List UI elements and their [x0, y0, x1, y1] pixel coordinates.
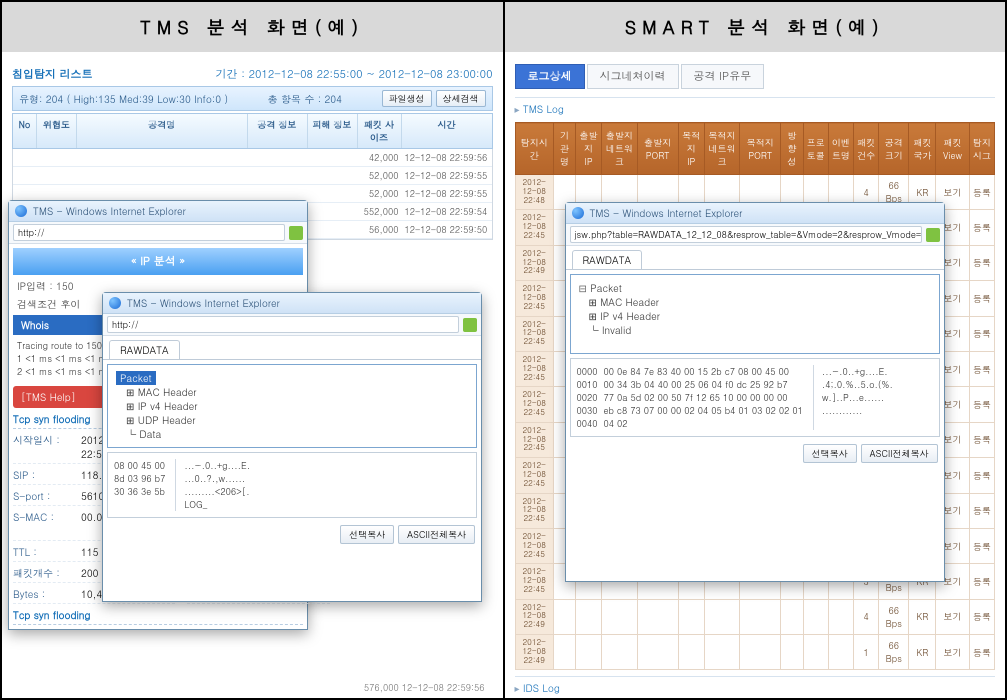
- register-link[interactable]: 등록: [969, 175, 994, 210]
- tms-period: 기간 : 2012-12-08 22:55:00 ~ 2012-12-08 23…: [216, 67, 493, 82]
- ascii-copy-button[interactable]: ASCII전체복사: [861, 444, 938, 463]
- tms-pane: 침입탐지 리스트 기간 : 2012-12-08 22:55:00 ~ 2012…: [2, 52, 505, 698]
- ip-search-cond[interactable]: 후이: [60, 297, 80, 311]
- register-link[interactable]: 등록: [969, 281, 994, 316]
- ie2-url[interactable]: http://: [107, 316, 459, 333]
- go-icon[interactable]: [463, 318, 477, 332]
- ie3-title-bar[interactable]: TMS - Windows Internet Explorer: [566, 203, 944, 224]
- register-link[interactable]: 등록: [969, 635, 994, 670]
- register-link[interactable]: 등록: [969, 564, 994, 599]
- view-link[interactable]: 보기: [936, 635, 969, 670]
- register-link[interactable]: 등록: [969, 351, 994, 386]
- ascii-copy-button[interactable]: ASCII전체복사: [398, 525, 475, 544]
- tmslog-label: TMS Log: [515, 97, 996, 116]
- register-link[interactable]: 등록: [969, 210, 994, 245]
- register-link[interactable]: 등록: [969, 599, 994, 634]
- rawdata-tab[interactable]: RAWDATA: [109, 340, 180, 359]
- tms-counts: 유형: 204 ( High:135 Med:39 Low:30 Info:0 …: [19, 92, 228, 106]
- register-link[interactable]: 등록: [969, 316, 994, 351]
- table-row[interactable]: 42,00012-12-08 22:59:56: [13, 149, 492, 167]
- table-row[interactable]: 2012-12-0822:49466 BpsKR보기등록: [515, 599, 995, 634]
- ip-analysis-banner: « IP 분석 »: [13, 248, 303, 275]
- go-icon[interactable]: [926, 228, 940, 242]
- register-link[interactable]: 등록: [969, 422, 994, 457]
- header-row: TMS 분석 화면(예) SMART 분석 화면(예): [2, 2, 1005, 52]
- tms-total: 총 항목 수 : 204: [268, 92, 342, 106]
- tab-logdetail[interactable]: 로그상세: [515, 64, 585, 89]
- smart-pane: 로그상세 시그네쳐이력 공격 IP유무 TMS Log 탐지시간기관명출발지 I…: [505, 52, 1006, 698]
- ie1-url[interactable]: http://: [13, 224, 285, 241]
- ie3-url[interactable]: jsw.php?table=RAWDATA_12_12_08&resprow_t…: [570, 226, 922, 243]
- tab-sighistory[interactable]: 시그네쳐이력: [587, 64, 679, 89]
- ie-window-smart-rawdata[interactable]: TMS - Windows Internet Explorer jsw.php?…: [565, 202, 945, 582]
- register-link[interactable]: 등록: [969, 387, 994, 422]
- header-right: SMART 분석 화면(예): [505, 2, 1006, 52]
- header-left: TMS 분석 화면(예): [2, 2, 505, 52]
- go-icon[interactable]: [289, 226, 303, 240]
- smart-tabbar: 로그상세 시그네쳐이력 공격 IP유무: [515, 64, 996, 89]
- ip-input[interactable]: 150: [56, 279, 74, 293]
- hex-dump: 08 00 45 00 8d 03 96 b7 30 36 3e 5b ...~…: [107, 452, 477, 518]
- packet-tree[interactable]: ⊟ Packet ⊞ MAC Header ⊞ IP v4 Header └ I…: [570, 274, 940, 354]
- register-link[interactable]: 등록: [969, 528, 994, 563]
- tms-list-title: 침입탐지 리스트: [12, 67, 93, 82]
- table-row[interactable]: 2012-12-0822:49166 BpsKR보기등록: [515, 635, 995, 670]
- tab-attackip[interactable]: 공격 IP유무: [681, 64, 765, 89]
- ie2-title-bar[interactable]: TMS - Windows Internet Explorer: [103, 293, 481, 314]
- register-link[interactable]: 등록: [969, 245, 994, 280]
- sel-copy-button[interactable]: 선택복사: [340, 525, 394, 544]
- detail-search-button[interactable]: 상세검색: [436, 90, 486, 107]
- packet-tree[interactable]: Packet ⊞ MAC Header ⊞ IP v4 Header ⊞ UDP…: [107, 364, 477, 448]
- ie-icon: [109, 297, 121, 309]
- ie1-title-bar[interactable]: TMS - Windows Internet Explorer: [9, 201, 307, 222]
- idslog-label: IDS Log: [515, 676, 996, 695]
- footer-bytes: 576,000 12-12-08 22:59:56: [364, 681, 485, 694]
- hex-dump: 0000 00 0e 84 7e 83 40 00 15 2b c7 08 00…: [570, 358, 940, 437]
- ie-icon: [15, 205, 27, 217]
- ie-window-rawdata[interactable]: TMS - Windows Internet Explorer http:// …: [102, 292, 482, 602]
- ie-icon: [572, 207, 584, 219]
- view-link[interactable]: 보기: [936, 599, 969, 634]
- syn-footer: Tcp syn flooding: [13, 608, 303, 625]
- register-link[interactable]: 등록: [969, 458, 994, 493]
- tms-grid-header: No 위협도 공격명 공격 정보 피해 정보 패킷 사이즈 시간: [12, 113, 493, 149]
- rawdata-tab[interactable]: RAWDATA: [572, 250, 643, 269]
- table-row[interactable]: 52,00012-12-08 22:59:55: [13, 167, 492, 185]
- file-create-button[interactable]: 파일생성: [382, 90, 432, 107]
- sel-copy-button[interactable]: 선택복사: [803, 444, 857, 463]
- register-link[interactable]: 등록: [969, 493, 994, 528]
